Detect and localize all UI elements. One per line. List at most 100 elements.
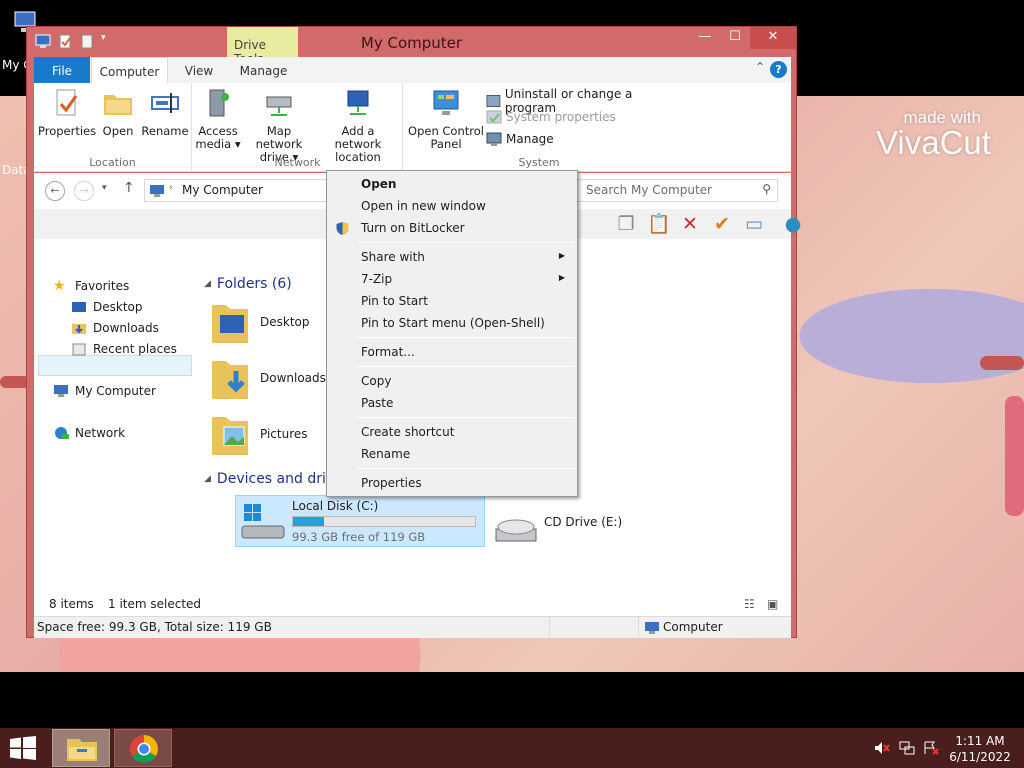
windows-drive-icon bbox=[241, 504, 285, 539]
search-input[interactable]: Search My Computer ⚲ bbox=[577, 179, 778, 202]
group-label-system: System bbox=[518, 156, 560, 169]
network-icon bbox=[55, 427, 69, 439]
tab-manage[interactable]: Manage bbox=[229, 57, 298, 83]
collapse-triangle-icon: ◢ bbox=[204, 279, 211, 289]
open-control-panel-button[interactable]: Open Control Panel bbox=[406, 87, 486, 151]
menu-item-rename[interactable]: Rename bbox=[329, 443, 575, 465]
checkmark-icon[interactable]: ✔ bbox=[711, 213, 733, 235]
nav-item-recent-places[interactable]: Recent places bbox=[71, 339, 177, 359]
open-button[interactable]: Open bbox=[98, 87, 138, 138]
menu-item-7zip[interactable]: 7-Zip ▶ bbox=[329, 268, 575, 290]
add-network-location-button[interactable]: Add a network location bbox=[317, 87, 399, 164]
recent-locations-chevron-down-icon[interactable]: ▾ bbox=[102, 183, 107, 193]
ribbon-tabs: File Computer View Manage ⌃ ? bbox=[34, 57, 791, 84]
help-icon[interactable]: ? bbox=[770, 61, 787, 78]
menu-item-pin-to-start[interactable]: Pin to Start bbox=[329, 290, 575, 312]
cd-drive-label[interactable]: CD Drive (E:) bbox=[544, 515, 622, 529]
pictures-folder-icon bbox=[212, 417, 248, 455]
globe-icon[interactable]: ● bbox=[782, 213, 804, 235]
properties-button[interactable]: Properties bbox=[38, 87, 96, 138]
control-panel-icon bbox=[433, 90, 459, 115]
menu-item-open-new-window[interactable]: Open in new window bbox=[329, 195, 575, 217]
cd-drive-icon[interactable] bbox=[490, 513, 550, 547]
menu-item-pin-to-start-menu[interactable]: Pin to Start menu (Open-Shell) bbox=[329, 312, 575, 334]
nav-item-my-computer[interactable]: My Computer bbox=[53, 381, 156, 401]
collapse-triangle-icon: ◢ bbox=[204, 474, 211, 484]
ribbon-group-system: Open Control Panel Uninstall or change a… bbox=[404, 83, 674, 172]
computer-icon bbox=[150, 185, 164, 197]
manage-button[interactable]: Manage bbox=[486, 131, 554, 147]
network-drive-icon bbox=[266, 96, 292, 116]
rename-button[interactable]: Rename bbox=[140, 87, 190, 138]
title-bar[interactable]: ▾ Drive Tools My Computer — ☐ ✕ bbox=[27, 27, 796, 66]
selection-count: 1 item selected bbox=[108, 597, 202, 611]
item-count: 8 items bbox=[49, 597, 94, 611]
details-bar: Space free: 99.3 GB, Total size: 119 GB … bbox=[34, 616, 791, 639]
properties-icon bbox=[56, 89, 78, 116]
minimize-button[interactable]: — bbox=[690, 27, 720, 49]
status-bar: 8 items 1 item selected ☷ ▣ bbox=[34, 594, 791, 616]
drive-local-disk-c[interactable]: Local Disk (C:) 99.3 GB free of 119 GB bbox=[235, 495, 485, 547]
address-bar[interactable]: › My Computer bbox=[144, 179, 334, 202]
large-icons-view-icon[interactable]: ▣ bbox=[767, 597, 778, 611]
tab-computer[interactable]: Computer bbox=[91, 57, 168, 84]
action-center-icon[interactable] bbox=[923, 741, 939, 755]
nav-item-favorites[interactable]: ★ Favorites bbox=[53, 276, 129, 296]
map-network-drive-button[interactable]: Map network drive ▾ bbox=[243, 87, 315, 164]
close-button[interactable]: ✕ bbox=[750, 27, 796, 49]
details-view-icon[interactable]: ☷ bbox=[744, 597, 755, 611]
submenu-arrow-icon: ▶ bbox=[558, 251, 565, 260]
system-properties-button[interactable]: System properties bbox=[486, 109, 616, 125]
access-media-button[interactable]: Access media ▾ bbox=[195, 87, 241, 151]
menu-item-properties[interactable]: Properties bbox=[329, 472, 575, 494]
window-title: My Computer bbox=[360, 34, 463, 52]
back-button[interactable]: ← bbox=[45, 181, 65, 201]
folder-downloads[interactable]: Downloads bbox=[210, 355, 326, 407]
group-label-network: Network bbox=[274, 156, 321, 169]
rename-box-icon[interactable]: ▭ bbox=[743, 213, 765, 235]
ribbon-collapse-icon[interactable]: ⌃ bbox=[755, 60, 765, 74]
nav-item-desktop[interactable]: Desktop bbox=[71, 297, 143, 317]
taskbar-file-explorer[interactable] bbox=[52, 729, 110, 767]
computer-management-icon bbox=[486, 132, 502, 146]
folder-open-icon bbox=[104, 95, 132, 115]
up-arrow-icon[interactable]: ↑ bbox=[123, 180, 135, 196]
maximize-button[interactable]: ☐ bbox=[720, 27, 750, 49]
taskbar-chrome[interactable] bbox=[114, 729, 172, 767]
paste-icon[interactable]: 📋 bbox=[647, 213, 671, 235]
shield-icon bbox=[336, 222, 349, 235]
system-clock[interactable]: 1:11 AM 6/11/2022 bbox=[946, 733, 1014, 765]
volume-muted-icon[interactable] bbox=[874, 741, 890, 755]
menu-item-format[interactable]: Format... bbox=[329, 341, 575, 363]
nav-item-downloads[interactable]: Downloads bbox=[71, 318, 159, 338]
space-info: Space free: 99.3 GB, Total size: 119 GB bbox=[37, 620, 272, 634]
address-text: My Computer bbox=[182, 183, 263, 197]
media-server-icon bbox=[209, 89, 229, 117]
tab-view[interactable]: View bbox=[169, 57, 229, 83]
folder-desktop[interactable]: Desktop bbox=[210, 299, 320, 351]
menu-item-copy[interactable]: Copy bbox=[329, 370, 575, 392]
downloads-folder-icon bbox=[72, 324, 86, 334]
ribbon-group-location: Properties Open Rename Location bbox=[34, 83, 192, 172]
folders-section-header[interactable]: ◢ Folders (6) bbox=[204, 276, 292, 292]
menu-item-open[interactable]: Open bbox=[329, 173, 575, 195]
folder-pictures[interactable]: Pictures bbox=[210, 411, 320, 463]
downloads-folder-icon bbox=[212, 361, 248, 399]
forward-button[interactable]: → bbox=[74, 181, 94, 201]
menu-item-bitlocker[interactable]: Turn on BitLocker bbox=[329, 217, 575, 239]
programs-icon bbox=[486, 94, 501, 108]
file-explorer-icon bbox=[67, 739, 97, 761]
context-menu: Open Open in new window Turn on BitLocke… bbox=[326, 170, 578, 497]
windows-start-icon[interactable] bbox=[9, 736, 37, 760]
menu-item-create-shortcut[interactable]: Create shortcut bbox=[329, 421, 575, 443]
menu-item-share-with[interactable]: Share with ▶ bbox=[329, 246, 575, 268]
nav-item-network[interactable]: Network bbox=[53, 423, 125, 443]
copy-icon[interactable]: ❐ bbox=[615, 213, 637, 235]
menu-item-paste[interactable]: Paste bbox=[329, 392, 575, 414]
network-icon[interactable] bbox=[899, 741, 915, 755]
tab-file[interactable]: File bbox=[34, 57, 90, 83]
location-label: Computer bbox=[663, 620, 723, 634]
navigation-pane: ★ Favorites Desktop Downloads Recent pla… bbox=[34, 239, 194, 594]
delete-icon[interactable]: ✕ bbox=[679, 213, 701, 235]
drive-usage-bar bbox=[292, 516, 476, 527]
